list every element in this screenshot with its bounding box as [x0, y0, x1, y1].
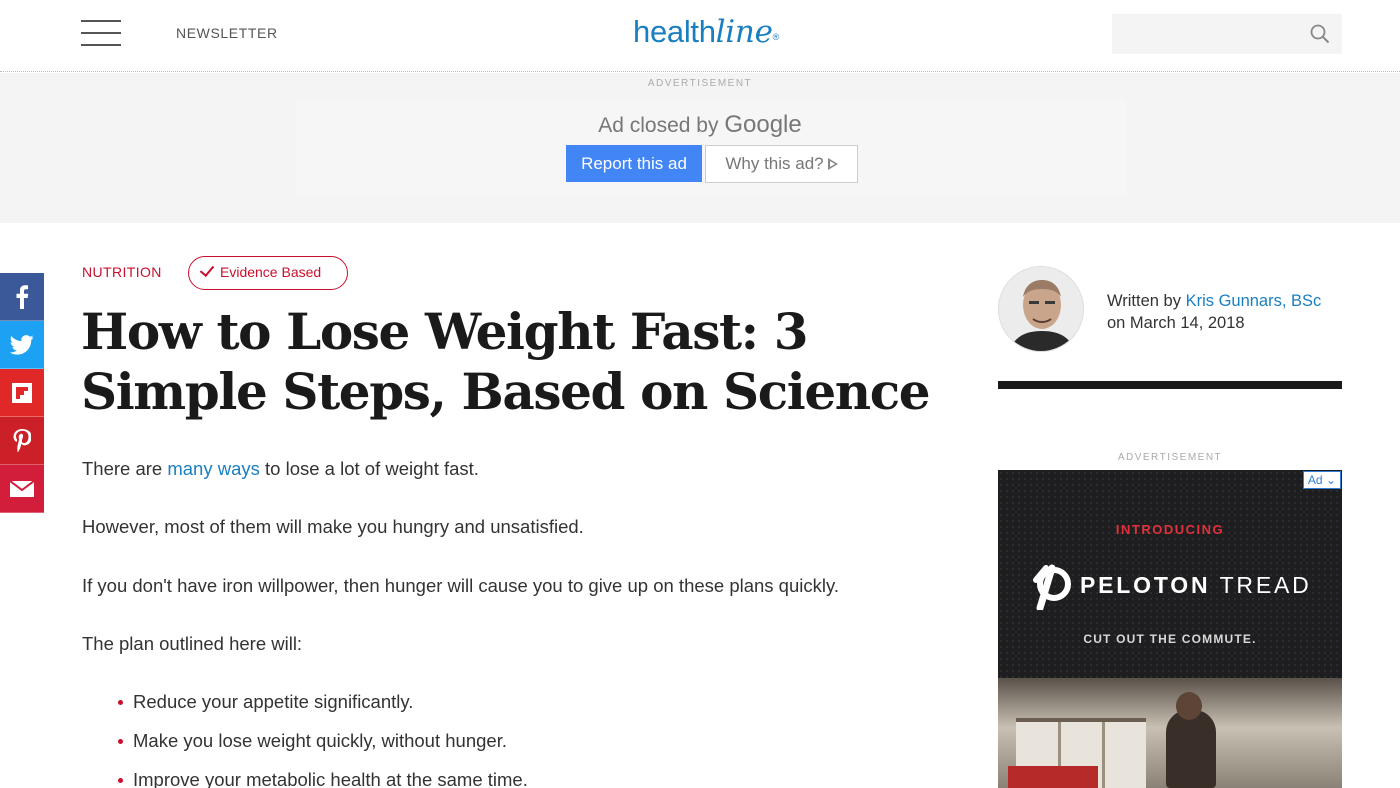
- brand-peloton: PELOTON: [1080, 572, 1211, 598]
- ad-closed-text: Ad closed by: [598, 114, 719, 137]
- brand-tread: TREAD: [1219, 572, 1312, 598]
- facebook-icon: [16, 284, 29, 309]
- article-paragraph: If you don't have iron willpower, then h…: [82, 575, 840, 596]
- logo-text-line: line: [715, 14, 773, 50]
- ad-closed-message: Ad closed by Google: [0, 111, 1400, 139]
- ad-choices-badge[interactable]: Ad ⌄: [1302, 471, 1341, 489]
- article-paragraph: There are many ways to lose a lot of wei…: [82, 458, 479, 480]
- ad-photo: [998, 678, 1342, 788]
- ad-photo-head: [1176, 692, 1202, 720]
- sidebar-divider: [998, 381, 1342, 389]
- author-avatar[interactable]: [998, 266, 1084, 352]
- author-byline: Written by Kris Gunnars, BSc on March 14…: [1107, 290, 1321, 334]
- social-share-bar: [0, 273, 44, 513]
- top-advertisement: ADVERTISEMENT Ad closed by Google Report…: [0, 73, 1400, 223]
- ad-introducing-text: INTRODUCING: [1115, 522, 1225, 537]
- list-item: Reduce your appetite significantly.: [118, 690, 528, 729]
- why-this-ad-label: Why this ad?: [725, 154, 824, 173]
- share-email-button[interactable]: [0, 465, 44, 513]
- peloton-logo-icon: [1033, 564, 1071, 610]
- site-header: NEWSLETTER healthline®: [0, 0, 1400, 72]
- adchoices-icon: [827, 158, 838, 170]
- list-item: Make you lose weight quickly, without hu…: [118, 729, 528, 768]
- newsletter-link[interactable]: NEWSLETTER: [176, 25, 278, 41]
- logo-text-health: health: [633, 14, 716, 49]
- checkmark-icon: [199, 261, 215, 278]
- evidence-based-badge[interactable]: Evidence Based: [188, 256, 348, 290]
- article-title: How to Lose Weight Fast: 3 Simple Steps,…: [81, 302, 931, 421]
- paragraph-text: to lose a lot of weight fast.: [259, 458, 479, 479]
- advertisement-label: ADVERTISEMENT: [1117, 452, 1223, 463]
- share-pinterest-button[interactable]: [0, 417, 44, 465]
- search-input[interactable]: [1112, 14, 1342, 54]
- twitter-icon: [10, 334, 34, 355]
- peloton-ad[interactable]: Ad ⌄ INTRODUCING PELOTON TREAD CUT OUT T…: [998, 470, 1342, 788]
- list-item: Improve your metabolic health at the sam…: [118, 768, 528, 788]
- healthline-logo[interactable]: healthline®: [633, 14, 779, 50]
- article-paragraph: The plan outlined here will:: [82, 633, 303, 654]
- report-ad-button[interactable]: Report this ad: [566, 145, 702, 182]
- author-photo: [999, 267, 1083, 351]
- share-flipboard-button[interactable]: [0, 369, 44, 417]
- category-link-nutrition[interactable]: NUTRITION: [82, 264, 162, 280]
- written-by-label: Written by: [1107, 292, 1181, 310]
- ad-badge-label: Ad: [1307, 473, 1323, 487]
- ad-tagline: CUT OUT THE COMMUTE.: [1083, 632, 1257, 646]
- advertisement-label: ADVERTISEMENT: [647, 78, 753, 89]
- author-name-link[interactable]: Kris Gunnars, BSc: [1186, 292, 1322, 310]
- ad-brand-name: PELOTON TREAD: [1080, 572, 1312, 599]
- paragraph-text: There are: [82, 458, 168, 479]
- article-paragraph: However, most of them will make you hung…: [82, 516, 584, 537]
- search-icon[interactable]: [1310, 24, 1330, 44]
- byline-line: Written by Kris Gunnars, BSc: [1107, 290, 1321, 312]
- publish-date: on March 14, 2018: [1107, 314, 1245, 332]
- email-icon: [10, 480, 34, 497]
- pinterest-icon: [13, 428, 31, 452]
- why-this-ad-button[interactable]: Why this ad?: [705, 145, 858, 183]
- evidence-based-label: Evidence Based: [220, 264, 322, 280]
- share-twitter-button[interactable]: [0, 321, 44, 369]
- google-wordmark: Google: [724, 111, 802, 138]
- logo-registered-mark: ®: [772, 32, 780, 42]
- many-ways-link[interactable]: many ways: [167, 458, 260, 479]
- chevron-down-icon: ⌄: [1325, 473, 1336, 487]
- ad-photo-person: [1166, 710, 1216, 788]
- menu-icon[interactable]: [81, 20, 121, 46]
- benefits-list: Reduce your appetite significantly. Make…: [118, 690, 528, 788]
- ad-photo-treadmill: [1008, 766, 1098, 788]
- share-facebook-button[interactable]: [0, 273, 44, 321]
- flipboard-icon: [12, 382, 32, 403]
